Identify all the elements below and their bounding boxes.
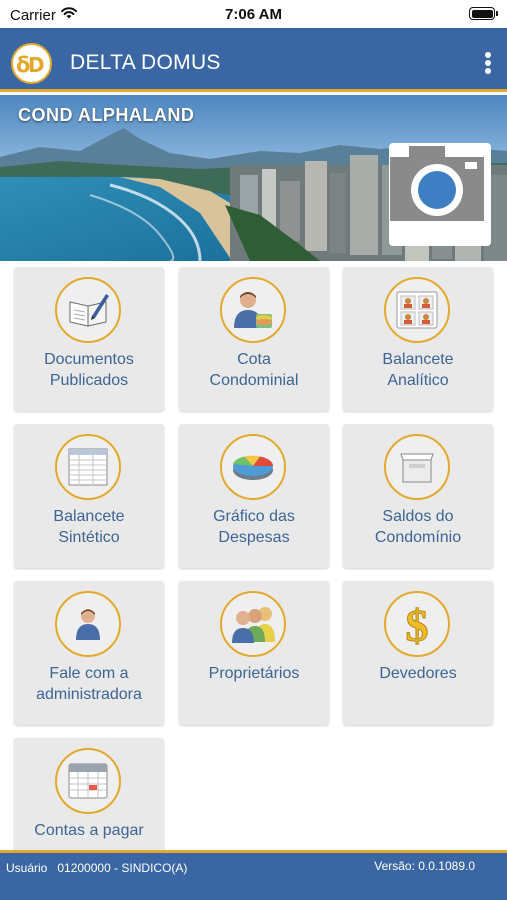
tile-balancete-analitico[interactable]: Balancete Analítico: [343, 267, 493, 411]
condo-name: COND ALPHALAND: [18, 105, 195, 125]
camera-button[interactable]: [389, 143, 491, 246]
user-info: Usuário 01200000 - SINDICO(A): [6, 861, 187, 875]
tile-devedores[interactable]: $ Devedores: [343, 581, 493, 725]
box-icon: [384, 434, 450, 500]
spreadsheet-icon: [55, 434, 121, 500]
group-icon: [220, 591, 286, 657]
tile-contas-a-pagar[interactable]: Contas a pagar: [14, 738, 164, 858]
tile-proprietarios[interactable]: Proprietários: [179, 581, 329, 725]
delta-domus-logo: δ D: [11, 43, 52, 84]
app-title: DELTA DOMUS: [70, 51, 221, 74]
user-value: 01200000 - SINDICO(A): [57, 861, 188, 875]
app-version: Versão: 0.0.1089.0: [374, 859, 475, 873]
tile-grafico-despesas[interactable]: Gráfico das Despesas: [179, 424, 329, 568]
tile-fale-com-administradora[interactable]: Fale com a administradora: [14, 581, 164, 725]
user-label: Usuário: [6, 861, 48, 875]
more-vertical-icon[interactable]: [479, 48, 497, 78]
calendar-icon: [55, 748, 121, 814]
battery-icon: [469, 7, 498, 20]
tile-label: Devedores: [379, 665, 457, 682]
tile-documentos-publicados[interactable]: Documentos Publicados: [14, 267, 164, 411]
people-cards-icon: [384, 277, 450, 343]
tile-label: Proprietários: [208, 665, 300, 682]
tile-label: Cota Condominial: [209, 351, 299, 389]
tile-label: Fale com a administradora: [36, 665, 142, 703]
tile-label: Balancete Sintético: [53, 508, 125, 546]
person-icon: [55, 591, 121, 657]
tile-cota-condominial[interactable]: Cota Condominial: [179, 267, 329, 411]
dollar-icon: $: [384, 591, 450, 657]
tile-label: Contas a pagar: [34, 822, 144, 839]
tile-label: Gráfico das Despesas: [213, 508, 295, 546]
person-coins-icon: [220, 277, 286, 343]
clock: 7:06 AM: [225, 6, 282, 23]
tile-balancete-sintetico[interactable]: Balancete Sintético: [14, 424, 164, 568]
svg-text:$: $: [406, 600, 429, 649]
pie-chart-icon: [220, 434, 286, 500]
condo-banner: COND ALPHALAND: [0, 95, 507, 261]
app-header: δ D DELTA DOMUS: [0, 28, 507, 92]
tile-label: Documentos Publicados: [44, 351, 134, 389]
tile-label: Balancete Analítico: [382, 351, 454, 389]
tile-label: Saldos do Condomínio: [374, 508, 462, 546]
tile-saldos-condominio[interactable]: Saldos do Condomínio: [343, 424, 493, 568]
document-pen-icon: [55, 277, 121, 343]
footer-bar: Usuário 01200000 - SINDICO(A) Versão: 0.0…: [0, 850, 507, 900]
status-bar: Carrier 7:06 AM: [0, 0, 507, 28]
svg-text:D: D: [28, 53, 45, 77]
